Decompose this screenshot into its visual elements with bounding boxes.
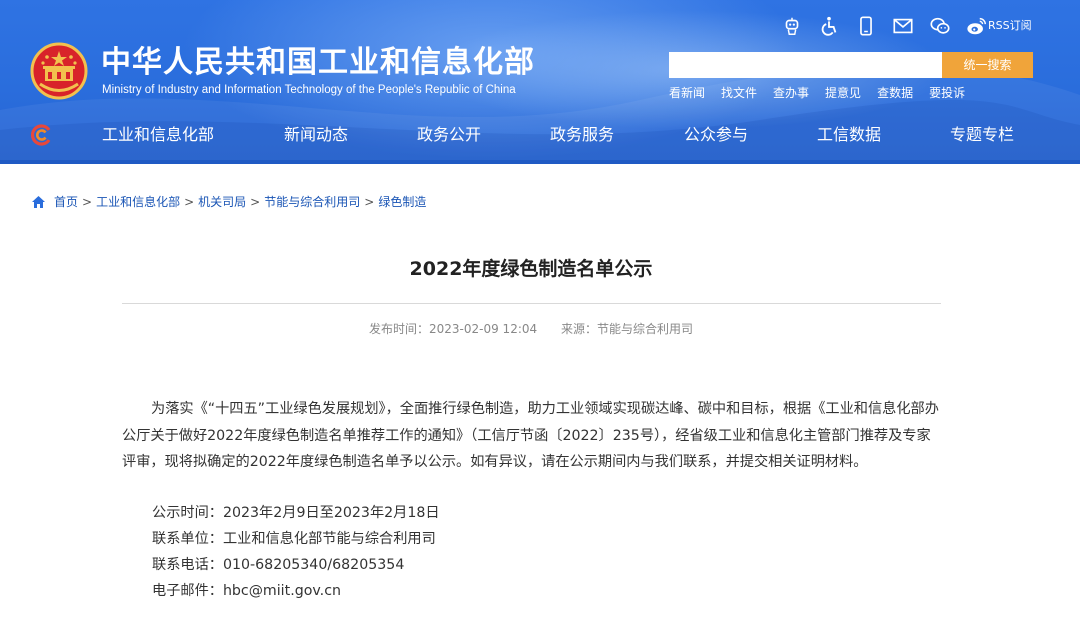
quick-link-services[interactable]: 查办事 [773,85,809,101]
top-icon-bar [780,12,1002,40]
home-icon[interactable] [31,195,46,209]
site-title[interactable]: 中华人民共和国工业和信息化部 [101,46,535,80]
contact-email: 电子邮件：hbc@miit.gov.cn [152,583,341,599]
nav-item-news[interactable]: 新闻动态 [284,124,348,146]
breadcrumb-departments[interactable]: 机关司局 [198,193,246,211]
quick-link-data[interactable]: 查数据 [877,85,913,101]
quick-link-news[interactable]: 看新闻 [669,85,705,101]
nav-item-gov-services[interactable]: 政务服务 [550,124,614,146]
breadcrumb-home[interactable]: 首页 [54,193,78,211]
announcement-period: 公示时间：2023年2月9日至2023年2月18日 [152,505,440,521]
mobile-icon[interactable] [854,14,878,38]
quick-link-files[interactable]: 找文件 [721,85,757,101]
nav-item-ministry[interactable]: 工业和信息化部 [102,124,214,146]
mail-icon[interactable] [891,14,915,38]
quick-links: 看新闻 找文件 查办事 提意见 查数据 要投诉 [669,85,981,101]
quick-link-complaint[interactable]: 要投诉 [929,85,965,101]
miit-logo-icon[interactable] [29,123,53,147]
breadcrumb-energy-dept[interactable]: 节能与综合利用司 [264,193,360,211]
search-input[interactable] [669,52,943,78]
breadcrumb: 首页 > 工业和信息化部 > 机关司局 > 节能与综合利用司 > 绿色制造 [31,193,426,211]
nav-item-participation[interactable]: 公众参与 [684,124,748,146]
national-emblem-logo[interactable] [30,42,88,100]
breadcrumb-ministry[interactable]: 工业和信息化部 [96,193,180,211]
accessibility-icon[interactable] [817,14,841,38]
nav-item-topics[interactable]: 专题专栏 [950,124,1014,146]
breadcrumb-green-manufacturing[interactable]: 绿色制造 [378,193,426,211]
contact-unit: 联系单位：工业和信息化部节能与综合利用司 [152,531,436,547]
robot-icon[interactable] [780,14,804,38]
header-bottom-bar [0,160,1080,164]
breadcrumb-separator: > [82,195,93,209]
title-divider [122,303,941,304]
article-paragraph: 为落实《“十四五”工业绿色发展规划》，全面推行绿色制造，助力工业领域实现碳达峰、… [122,401,939,470]
quick-link-feedback[interactable]: 提意见 [825,85,861,101]
breadcrumb-separator: > [364,195,375,209]
site-header: 中华人民共和国工业和信息化部 Ministry of Industry and … [0,0,1080,164]
rss-link[interactable]: RSS订阅 [988,17,1032,33]
article-title: 2022年度绿色制造名单公示 [409,258,653,280]
contact-phone: 联系电话：010-68205340/68205354 [152,557,405,573]
main-nav: 工业和信息化部 新闻动态 政务公开 政务服务 公众参与 工信数据 专题专栏 [0,118,1080,152]
nav-item-gov-affairs[interactable]: 政务公开 [417,124,481,146]
breadcrumb-separator: > [250,195,261,209]
weibo-icon[interactable] [965,14,989,38]
search-button[interactable]: 统一搜索 [942,52,1033,78]
publish-time: 发布时间：2023-02-09 12:04 [369,322,538,336]
wechat-icon[interactable] [928,14,952,38]
article-source: 来源：节能与综合利用司 [560,322,693,336]
nav-item-data[interactable]: 工信数据 [817,124,881,146]
article-meta: 发布时间：2023-02-09 12:04 来源：节能与综合利用司 [0,321,1062,337]
breadcrumb-separator: > [184,195,195,209]
site-subtitle: Ministry of Industry and Information Tec… [102,84,516,96]
